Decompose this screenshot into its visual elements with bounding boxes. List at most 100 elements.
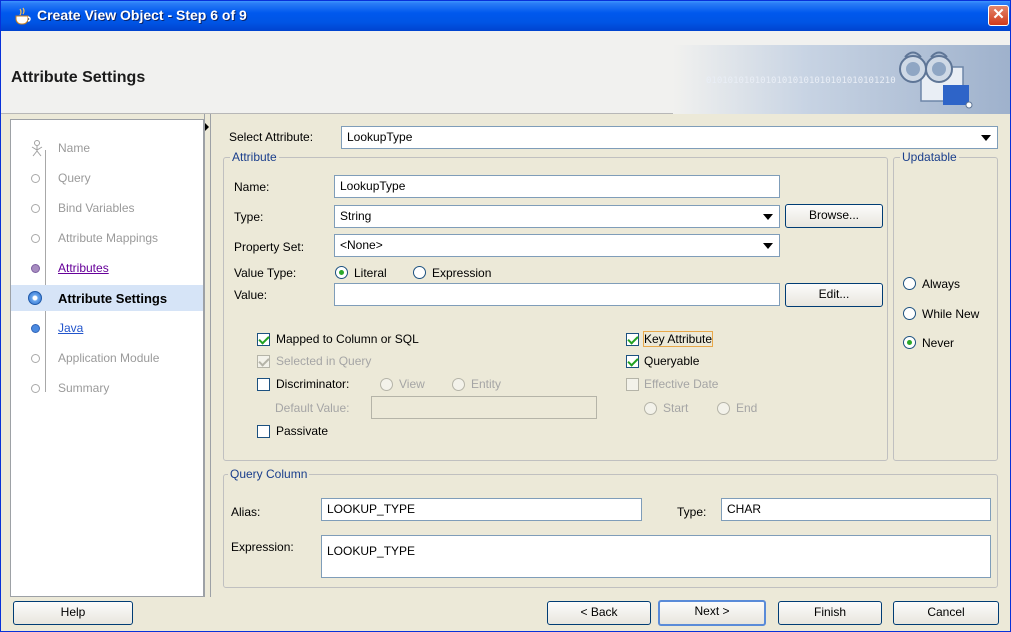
step-attributes[interactable]: Attributes xyxy=(11,256,203,280)
dropdown-arrow-icon xyxy=(763,243,773,249)
wizard-steps-panel: Name Query Bind Variables Attribute Mapp… xyxy=(10,119,204,597)
step-marker-icon xyxy=(31,234,40,243)
queryable-label: Queryable xyxy=(644,354,700,368)
always-radio[interactable] xyxy=(903,277,916,290)
step-label: Attribute Settings xyxy=(58,291,168,306)
key-attribute-label: Key Attribute xyxy=(642,331,714,347)
alias-label: Alias: xyxy=(231,505,261,519)
property-set-combo[interactable]: <None> xyxy=(334,234,780,257)
type-combo[interactable]: String xyxy=(334,205,780,228)
step-label: Bind Variables xyxy=(58,201,135,215)
default-value-label: Default Value: xyxy=(275,401,350,415)
expression-textarea[interactable]: LOOKUP_TYPE xyxy=(321,535,991,578)
step-marker-icon xyxy=(31,324,40,333)
queryable-checkbox[interactable] xyxy=(626,355,639,368)
next-button[interactable]: Next > xyxy=(658,600,766,626)
while-new-label: While New xyxy=(922,307,980,321)
value-type-label: Value Type: xyxy=(234,266,297,280)
entity-label: Entity xyxy=(471,377,502,391)
value-label: Value: xyxy=(234,288,268,302)
main-panel: Select Attribute: LookupType Attribute N… xyxy=(213,114,1009,597)
end-label: End xyxy=(736,401,758,415)
value-input[interactable] xyxy=(334,283,780,306)
alias-input[interactable]: LOOKUP_TYPE xyxy=(321,498,642,521)
start-radio[interactable] xyxy=(644,402,657,415)
select-attribute-combo[interactable]: LookupType xyxy=(341,126,998,149)
step-label: Query xyxy=(58,171,91,185)
page-title: Attribute Settings xyxy=(11,69,146,86)
type-label: Type: xyxy=(234,210,264,224)
key-attribute-checkbox[interactable] xyxy=(626,333,639,346)
browse-button[interactable]: Browse... xyxy=(785,204,883,228)
never-radio[interactable] xyxy=(903,336,916,349)
expression-radio[interactable] xyxy=(413,266,426,279)
mapped-to-column-label: Mapped to Column or SQL xyxy=(276,332,419,346)
property-set-label: Property Set: xyxy=(234,240,305,254)
while-new-radio[interactable] xyxy=(903,307,916,320)
query-column-type-label: Type: xyxy=(677,505,707,519)
passivate-label: Passivate xyxy=(276,424,329,438)
back-button[interactable]: < Back xyxy=(547,601,651,625)
step-marker-icon xyxy=(31,174,40,183)
step-marker-icon xyxy=(31,204,40,213)
start-label: Start xyxy=(663,401,689,415)
current-step-marker-icon xyxy=(28,291,42,305)
selected-in-query-checkbox[interactable] xyxy=(257,355,270,368)
always-label: Always xyxy=(922,277,961,291)
step-name[interactable]: Name xyxy=(11,136,203,160)
step-label: Attributes xyxy=(58,261,109,275)
select-attribute-label: Select Attribute: xyxy=(229,130,314,144)
finish-button[interactable]: Finish xyxy=(778,601,882,625)
step-query[interactable]: Query xyxy=(11,166,203,190)
discriminator-checkbox[interactable] xyxy=(257,378,270,391)
close-window-button[interactable]: ✕ xyxy=(988,5,1009,26)
cancel-button[interactable]: Cancel xyxy=(893,601,999,625)
name-input[interactable]: LookupType xyxy=(334,175,780,198)
attribute-group-title: Attribute xyxy=(230,150,279,164)
step-label: Attribute Mappings xyxy=(58,231,159,245)
step-label: Application Module xyxy=(58,351,160,365)
step-bind-variables[interactable]: Bind Variables xyxy=(11,196,203,220)
help-button[interactable]: Help xyxy=(13,601,133,625)
mapped-to-column-checkbox[interactable] xyxy=(257,333,270,346)
step-java[interactable]: Java xyxy=(11,316,203,340)
step-application-module[interactable]: Application Module xyxy=(11,346,203,370)
jdeveloper-cup-icon xyxy=(15,7,31,25)
title-bar: Create View Object - Step 6 of 9 ✕ xyxy=(1,1,1010,31)
wizard-footer: Help < Back Next > Finish Cancel xyxy=(1,597,1010,631)
end-radio[interactable] xyxy=(717,402,730,415)
panel-splitter[interactable] xyxy=(204,114,211,597)
edit-button[interactable]: Edit... xyxy=(785,283,883,307)
dropdown-arrow-icon xyxy=(763,214,773,220)
view-label: View xyxy=(399,377,425,391)
discriminator-label: Discriminator: xyxy=(276,377,350,391)
dropdown-arrow-icon xyxy=(981,135,991,141)
name-label: Name: xyxy=(234,180,270,194)
updatable-group-title: Updatable xyxy=(900,150,959,164)
entity-radio[interactable] xyxy=(452,378,465,391)
select-attribute-value: LookupType xyxy=(347,130,413,144)
literal-radio[interactable] xyxy=(335,266,348,279)
selected-in-query-label: Selected in Query xyxy=(276,354,372,368)
never-label: Never xyxy=(922,336,955,350)
expression-radio-label: Expression xyxy=(432,266,492,280)
default-value-input[interactable] xyxy=(371,396,597,419)
property-set-value: <None> xyxy=(340,238,383,252)
step-summary[interactable]: Summary xyxy=(11,376,203,400)
query-column-type-input[interactable]: CHAR xyxy=(721,498,991,521)
step-marker-icon xyxy=(31,384,40,393)
collapse-arrow-icon[interactable] xyxy=(205,123,209,131)
step-attribute-mappings[interactable]: Attribute Mappings xyxy=(11,226,203,250)
step-label: Name xyxy=(58,141,91,155)
wizard-window: Create View Object - Step 6 of 9 ✕ Attri… xyxy=(0,0,1011,632)
literal-label: Literal xyxy=(354,266,387,280)
effective-date-label: Effective Date xyxy=(644,377,719,391)
step-label: Java xyxy=(58,321,84,335)
expression-label: Expression: xyxy=(231,540,294,554)
effective-date-checkbox[interactable] xyxy=(626,378,639,391)
view-radio[interactable] xyxy=(380,378,393,391)
step-marker-icon xyxy=(31,354,40,363)
passivate-checkbox[interactable] xyxy=(257,425,270,438)
person-icon xyxy=(31,140,43,157)
step-attribute-settings[interactable]: Attribute Settings xyxy=(11,285,203,311)
